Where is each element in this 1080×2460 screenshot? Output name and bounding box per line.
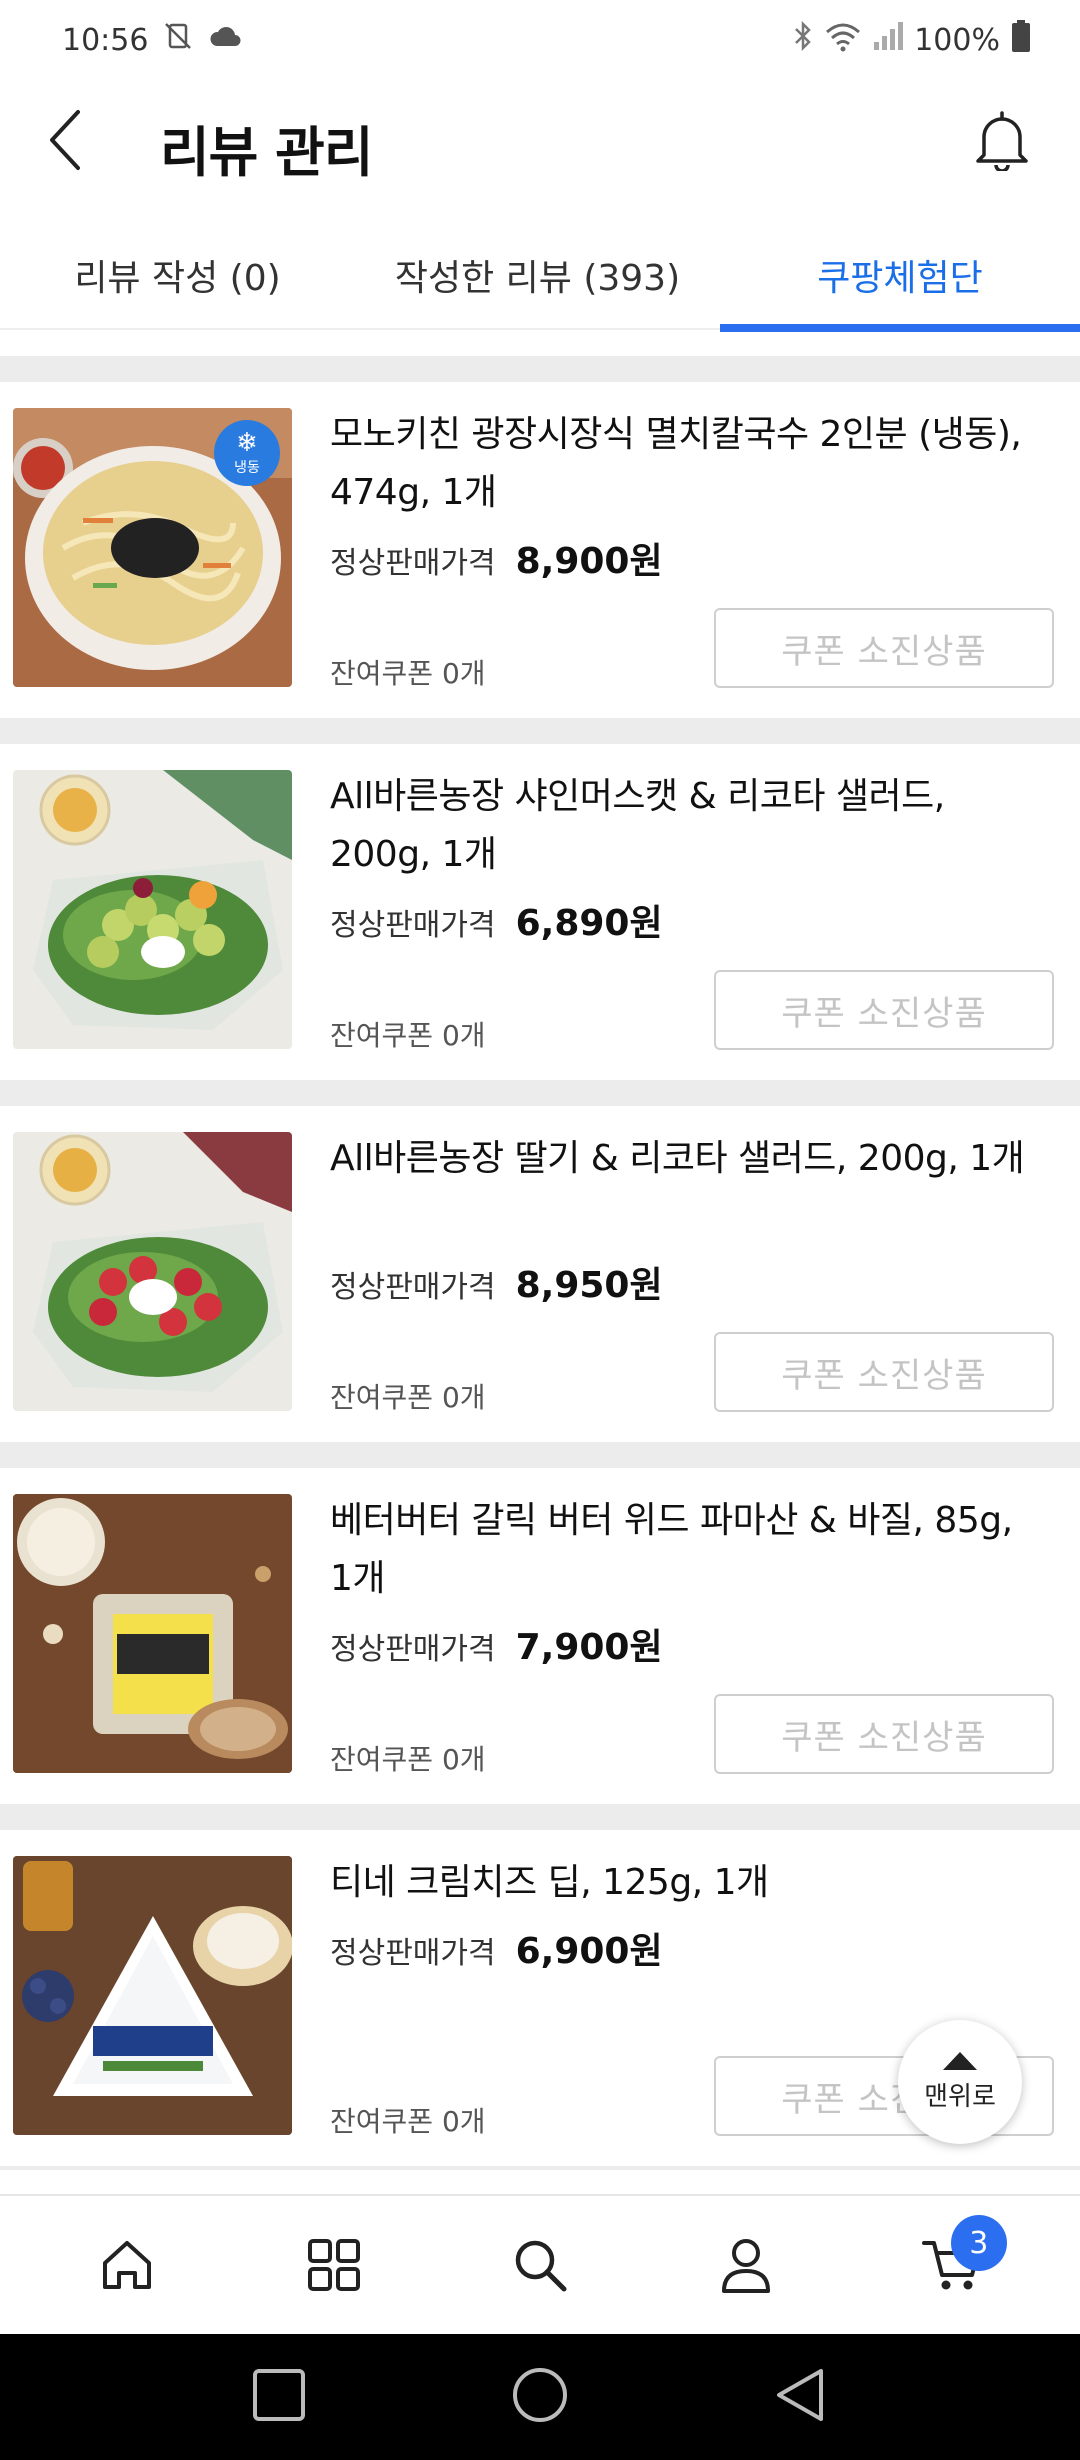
product-name: All바른농장 딸기 & 리코타 샐러드, 200g, 1개 xyxy=(330,1138,1025,1179)
price-label: 정상판매가격 xyxy=(330,1936,496,1971)
coupon-soldout-button[interactable]: 쿠폰 소진상품 xyxy=(714,1694,1054,1774)
product-image-garlic-butter xyxy=(13,1494,292,1773)
nav-categories[interactable] xyxy=(274,2205,394,2325)
price-value: 7,900원 xyxy=(515,1627,663,1668)
price-value: 8,950원 xyxy=(515,1265,663,1306)
bottom-nav: 3 xyxy=(0,2194,1080,2334)
battery-icon xyxy=(1010,19,1032,61)
caret-up-icon xyxy=(943,2051,977,2070)
price-row: 정상판매가격 6,900원 xyxy=(330,1922,663,1974)
list-item: 베터버터 갈릭 버터 위드 파마산 & 바질, 85g, 1개 정상판매가격 7… xyxy=(0,1468,1080,1804)
bluetooth-icon xyxy=(792,20,814,60)
tab-write-review[interactable]: 리뷰 작성 (0) xyxy=(0,220,355,330)
square-icon xyxy=(253,2369,306,2421)
coupon-soldout-button[interactable]: 쿠폰 소진상품 xyxy=(714,608,1054,688)
chevron-left-icon xyxy=(50,110,80,170)
product-image-kalguksu: ❄ 냉동 xyxy=(13,408,292,687)
tab-written-reviews[interactable]: 작성한 리뷰 (393) xyxy=(355,220,720,330)
price-label: 정상판매가격 xyxy=(330,908,496,943)
cart-count-badge: 3 xyxy=(950,2215,1007,2271)
signal-icon xyxy=(872,20,904,60)
list-item: All바른농장 딸기 & 리코타 샐러드, 200g, 1개 정상판매가격 8,… xyxy=(0,1106,1080,1442)
bell-icon xyxy=(976,111,1028,171)
recent-apps-button[interactable] xyxy=(251,2367,307,2427)
status-left: 10:56 xyxy=(62,20,244,60)
remaining-coupon: 잔여쿠폰 0개 xyxy=(330,1743,486,1776)
coupon-soldout-button[interactable]: 쿠폰 소진상품 xyxy=(714,1332,1054,1412)
price-label: 정상판매가격 xyxy=(330,1270,496,1305)
snowflake-icon: ❄ xyxy=(236,428,258,458)
back-system-button[interactable] xyxy=(773,2365,829,2429)
price-value: 6,900원 xyxy=(515,1931,663,1972)
nav-my-account[interactable] xyxy=(686,2205,806,2325)
product-name: All바른농장 샤인머스캣 & 리코타 샐러드, 200g, 1개 xyxy=(330,776,945,875)
tab-coupang-experience[interactable]: 쿠팡체험단 xyxy=(720,220,1080,332)
remaining-coupon: 잔여쿠폰 0개 xyxy=(330,2105,486,2138)
product-image-shine-muscat-salad xyxy=(13,770,292,1049)
wifi-icon xyxy=(824,20,862,60)
battery-percent: 100% xyxy=(914,22,1000,58)
remaining-coupon: 잔여쿠폰 0개 xyxy=(330,1019,486,1052)
product-name: 베터버터 갈릭 버터 위드 파마산 & 바질, 85g, 1개 xyxy=(330,1500,1013,1599)
back-button[interactable] xyxy=(30,104,102,176)
notification-button[interactable] xyxy=(964,102,1040,178)
coupon-soldout-button[interactable]: 쿠폰 소진상품 xyxy=(714,970,1054,1050)
price-label: 정상판매가격 xyxy=(330,1632,496,1667)
product-name: 모노키친 광장시장식 멸치칼국수 2인분 (냉동), 474g, 1개 xyxy=(330,414,1022,513)
user-icon xyxy=(722,2239,771,2293)
scroll-to-top-button[interactable]: 맨위로 xyxy=(898,2020,1022,2144)
cloud-icon xyxy=(208,23,244,58)
price-label: 정상판매가격 xyxy=(330,546,496,581)
remaining-coupon: 잔여쿠폰 0개 xyxy=(330,657,486,690)
status-bar: 10:56 100% xyxy=(0,0,1080,80)
list-item: ❄ 냉동 모노키친 광장시장식 멸치칼국수 2인분 (냉동), 474g, 1개… xyxy=(0,382,1080,718)
app-header: 리뷰 관리 xyxy=(0,80,1080,200)
home-icon xyxy=(103,2241,152,2289)
frozen-badge: ❄ 냉동 xyxy=(214,420,280,486)
review-tabs: 리뷰 작성 (0) 작성한 리뷰 (393) 쿠팡체험단 xyxy=(0,220,1080,332)
nav-search[interactable] xyxy=(480,2205,600,2325)
status-time: 10:56 xyxy=(62,22,149,58)
category-grid-icon xyxy=(307,2239,360,2291)
price-row: 정상판매가격 6,890원 xyxy=(330,894,663,946)
system-nav-bar xyxy=(0,2334,1080,2460)
product-image-cream-cheese-dip xyxy=(13,1856,292,2135)
price-row: 정상판매가격 8,900원 xyxy=(330,532,663,584)
list-item: All바른농장 샤인머스캣 & 리코타 샐러드, 200g, 1개 정상판매가격… xyxy=(0,744,1080,1080)
nav-cart[interactable]: 3 xyxy=(893,2205,1013,2325)
search-icon xyxy=(515,2240,567,2292)
product-list: ❄ 냉동 모노키친 광장시장식 멸치칼국수 2인분 (냉동), 474g, 1개… xyxy=(0,356,1080,2170)
price-value: 8,900원 xyxy=(515,541,663,582)
home-system-button[interactable] xyxy=(510,2365,570,2429)
notification-off-icon xyxy=(162,20,194,60)
status-right: 100% xyxy=(792,19,1032,61)
price-value: 6,890원 xyxy=(515,903,663,944)
price-row: 정상판매가격 7,900원 xyxy=(330,1618,663,1670)
product-image-strawberry-salad xyxy=(13,1132,292,1411)
triangle-back-icon xyxy=(776,2369,823,2421)
page-title: 리뷰 관리 xyxy=(160,121,374,184)
circle-icon xyxy=(512,2368,567,2422)
scroll-to-top-label: 맨위로 xyxy=(924,2081,996,2112)
nav-home[interactable] xyxy=(67,2205,187,2325)
product-name: 티네 크림치즈 딥, 125g, 1개 xyxy=(330,1862,769,1903)
frozen-badge-label: 냉동 xyxy=(234,460,260,476)
price-row: 정상판매가격 8,950원 xyxy=(330,1256,663,1308)
remaining-coupon: 잔여쿠폰 0개 xyxy=(330,1381,486,1414)
